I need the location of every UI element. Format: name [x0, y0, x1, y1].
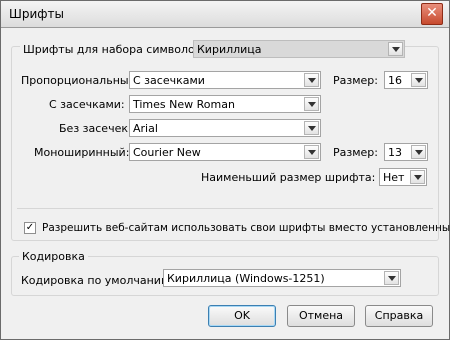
chevron-down-icon — [304, 97, 319, 111]
serif-value: Times New Roman — [133, 98, 235, 111]
min-size-value: Нет — [383, 171, 405, 184]
mono-size-label: Размер: — [333, 146, 378, 159]
sans-value: Arial — [133, 122, 158, 135]
mono-size-select[interactable]: 13 — [384, 143, 428, 161]
serif-label: С засечками: — [49, 98, 125, 111]
chevron-down-icon — [384, 271, 399, 285]
charset-select[interactable]: Кириллица — [193, 40, 405, 58]
min-size-select[interactable]: Нет — [379, 168, 427, 186]
chevron-down-icon — [411, 145, 426, 159]
sans-select[interactable]: Arial — [129, 119, 321, 137]
help-button[interactable]: Справка — [365, 305, 433, 327]
mono-size-value: 13 — [388, 146, 402, 159]
cancel-button[interactable]: Отмена — [287, 305, 355, 327]
close-button[interactable]: ✕ — [421, 3, 443, 25]
chevron-down-icon — [411, 73, 426, 87]
allow-fonts-label[interactable]: Разрешить веб-сайтам использовать свои ш… — [42, 222, 450, 234]
chevron-down-icon — [388, 42, 403, 56]
proportional-label: Пропорциональный — [21, 74, 136, 87]
default-encoding-label: Кодировка по умолчанию: — [21, 274, 174, 287]
charset-value: Кириллица — [197, 43, 262, 56]
divider — [17, 208, 433, 209]
encoding-group-legend: Кодировка — [19, 250, 88, 263]
ok-button[interactable]: OK — [208, 305, 276, 327]
mono-select[interactable]: Courier New — [129, 143, 321, 161]
default-encoding-select[interactable]: Кириллица (Windows-1251) — [163, 269, 401, 287]
chevron-down-icon — [304, 73, 319, 87]
chevron-down-icon — [304, 145, 319, 159]
mono-label: Моноширинный: — [34, 146, 130, 159]
proportional-size-select[interactable]: 16 — [384, 71, 428, 89]
mono-value: Courier New — [133, 146, 201, 159]
title-bar: Шрифты ✕ — [1, 1, 449, 28]
proportional-select[interactable]: С засечками — [129, 71, 321, 89]
fonts-dialog: Шрифты ✕ Шрифты для набора символов: Кир… — [0, 0, 450, 340]
window-title: Шрифты — [9, 7, 64, 21]
chevron-down-icon — [304, 121, 319, 135]
min-size-label: Наименьший размер шрифта: — [201, 171, 376, 184]
proportional-size-value: 16 — [388, 74, 402, 87]
allow-fonts-checkbox[interactable]: ✓ — [24, 222, 36, 234]
chevron-down-icon — [410, 170, 425, 184]
proportional-value: С засечками — [133, 74, 205, 87]
proportional-size-label: Размер: — [333, 74, 378, 87]
default-encoding-value: Кириллица (Windows-1251) — [167, 272, 325, 285]
sans-label: Без засечек: — [59, 122, 132, 135]
fonts-group-legend: Шрифты для набора символов: — [20, 43, 208, 56]
serif-select[interactable]: Times New Roman — [129, 95, 321, 113]
